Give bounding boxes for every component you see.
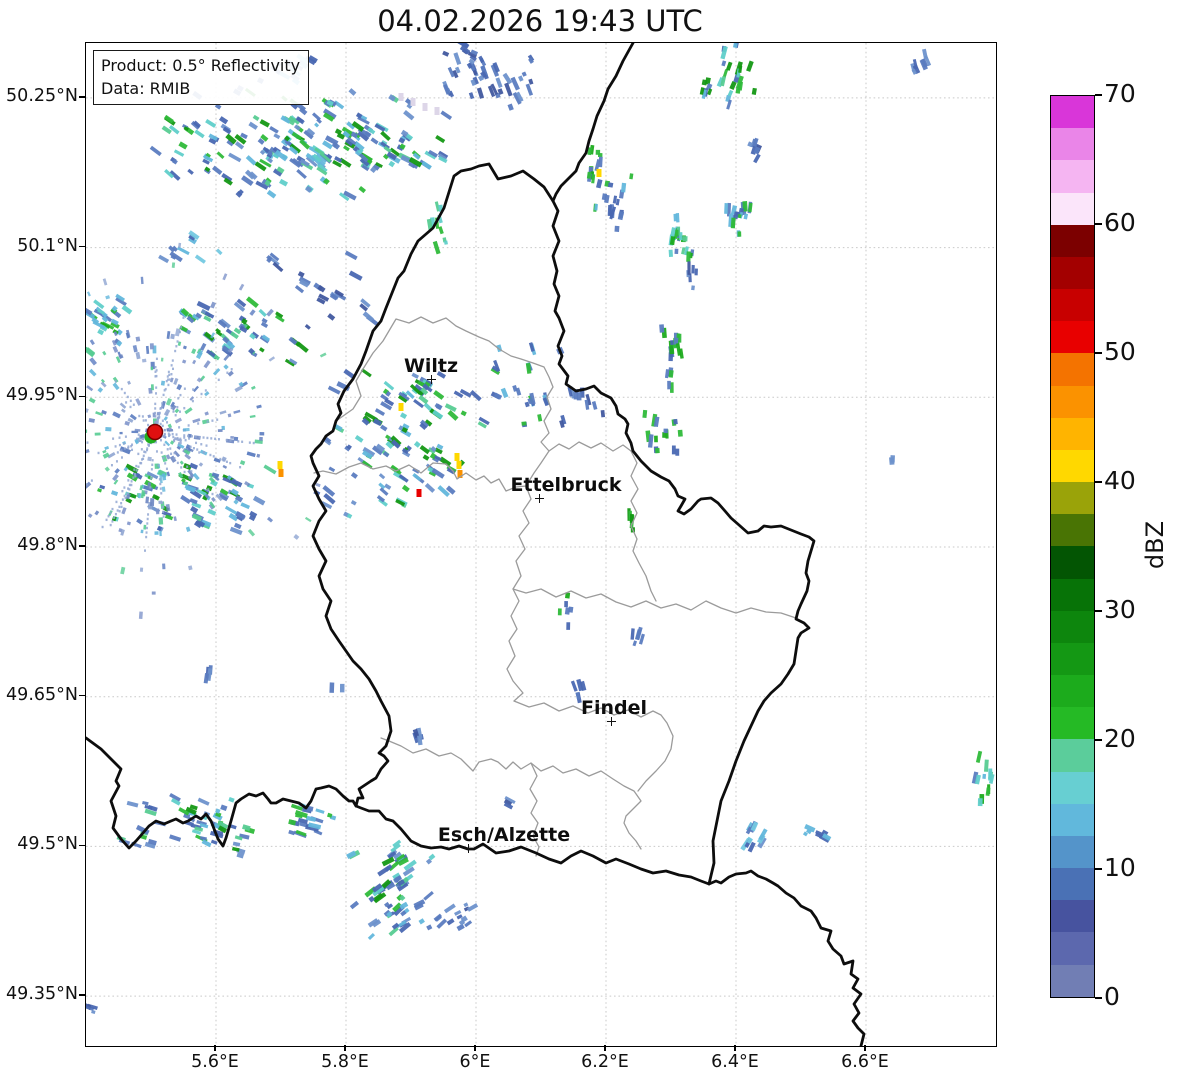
y-tick-label: 49.35°N [6,984,78,1005]
y-tick-mark [79,694,85,697]
colorbar-tick-label: 50 [1104,337,1136,366]
x-tick-mark [864,1045,866,1051]
colorbar [1050,95,1095,998]
colorbar-tick-label: 0 [1104,982,1120,1011]
colorbar-segment [1051,707,1094,740]
data-source-line: Data: RMIB [101,79,191,99]
colorbar-segment [1051,192,1094,225]
x-tick-label: 6.4°E [711,1052,759,1072]
y-tick-mark [79,96,85,98]
y-tick-label: 50.25°N [6,85,78,106]
colorbar-segment [1051,449,1094,483]
y-tick-label: 49.95°N [6,385,78,406]
page-title: 04.02.2026 19:43 UTC [377,4,703,38]
x-tick-label: 6.6°E [841,1052,889,1072]
x-tick-label: 6°E [459,1052,491,1072]
product-info-box: Product: 0.5° Reflectivity Data: RMIB [93,50,310,106]
colorbar-segment [1051,610,1094,643]
colorbar-tick-label: 10 [1104,853,1136,882]
colorbar-axis-label: dBZ [1141,520,1169,570]
colorbar-segment [1051,868,1094,901]
x-tick-label: 6.2°E [581,1052,629,1072]
x-tick-label: 5.6°E [191,1052,239,1072]
x-tick-mark [344,1045,346,1051]
product-line: Product: 0.5° Reflectivity [101,56,301,75]
colorbar-tick-label: 30 [1104,595,1136,624]
map-plot-area: Product: 0.5° Reflectivity Data: RMIB Wi… [85,42,997,1047]
y-tick-mark [79,994,85,996]
colorbar-segment [1051,932,1094,965]
x-tick-mark [474,1045,476,1051]
y-tick-label: 49.8°N [17,534,78,555]
y-tick-label: 49.5°N [17,834,78,855]
colorbar-tick-mark [1095,223,1102,225]
colorbar-tick-mark [1095,94,1102,96]
x-tick-label: 5.8°E [321,1052,369,1072]
colorbar-segment [1051,96,1094,129]
colorbar-tick-label: 40 [1104,466,1136,495]
colorbar-segment [1051,417,1094,450]
colorbar-segment [1051,771,1094,804]
city-label: Ettelbruck [510,474,622,496]
colorbar-segment [1051,224,1094,257]
colorbar-segment [1051,675,1094,708]
radar-map-canvas [86,43,996,1046]
y-tick-mark [79,245,85,248]
colorbar-segment [1051,964,1094,997]
colorbar-tick-mark [1095,610,1102,612]
colorbar-segment [1051,160,1094,193]
colorbar-segment [1051,482,1094,515]
y-tick-mark [79,395,85,398]
colorbar-segment [1051,128,1094,161]
colorbar-tick-mark [1095,352,1102,354]
colorbar-tick-label: 20 [1104,724,1136,753]
colorbar-tick-label: 60 [1104,208,1136,237]
colorbar-segment [1051,289,1094,322]
colorbar-segment [1051,353,1094,386]
colorbar-segment [1051,321,1094,354]
colorbar-tick-mark [1095,868,1102,870]
x-tick-mark [604,1045,606,1051]
colorbar-tick-mark [1095,481,1102,483]
y-tick-mark [79,844,85,847]
x-tick-mark [214,1045,216,1051]
y-tick-label: 50.1°N [17,235,78,256]
city-label: Wiltz [403,355,459,377]
colorbar-segment [1051,835,1094,869]
colorbar-segment [1051,642,1094,676]
colorbar-segment [1051,256,1094,290]
colorbar-segment [1051,385,1094,418]
colorbar-segment [1051,546,1094,579]
colorbar-tick-mark [1095,739,1102,741]
y-tick-mark [79,545,85,547]
y-tick-label: 49.65°N [6,684,78,705]
colorbar-segment [1051,739,1094,772]
city-label: Esch/Alzette [437,824,571,846]
colorbar-segment [1051,514,1094,547]
city-label: Findel [580,697,648,719]
x-tick-mark [734,1045,736,1051]
colorbar-segment [1051,578,1094,611]
colorbar-segment [1051,900,1094,933]
colorbar-tick-mark [1095,997,1102,999]
colorbar-segment [1051,803,1094,836]
colorbar-tick-label: 70 [1104,79,1136,108]
